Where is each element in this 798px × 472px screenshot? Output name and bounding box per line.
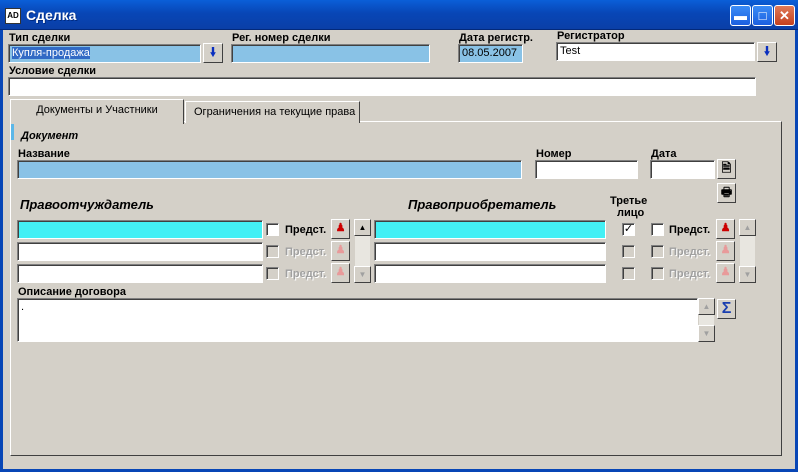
deal-type-field[interactable]: Купля-продажа xyxy=(8,44,201,63)
arrow-down-icon: ▼ xyxy=(743,270,752,279)
acquirer-scroll-down[interactable]: ▼ xyxy=(739,266,756,283)
alienator-rep-label-2: Предст. xyxy=(285,246,327,258)
tab-rights-restrictions[interactable]: Ограничения на текущие права xyxy=(185,101,360,123)
acquirer-field-1[interactable] xyxy=(374,220,606,239)
third-party-checkbox-2[interactable] xyxy=(622,245,635,258)
minimize-button[interactable]: ▬ xyxy=(730,5,751,26)
alienator-field-3[interactable] xyxy=(17,264,263,283)
acquirer-rep-button-1[interactable]: ♟ xyxy=(716,219,735,239)
panel-accent xyxy=(11,122,14,140)
alienator-rep-label-3: Предст. xyxy=(285,268,327,280)
condition-label: Условие сделки xyxy=(9,65,97,77)
title-bar[interactable]: AD Сделка ▬ □ ✕ xyxy=(0,0,798,30)
alienator-rep-checkbox-3[interactable] xyxy=(266,267,279,280)
acquirer-label: Правоприобретатель xyxy=(408,197,557,212)
acquirer-rep-label-3: Предст. xyxy=(669,268,711,280)
acquirer-field-3[interactable] xyxy=(374,264,606,283)
condition-field[interactable] xyxy=(8,77,756,96)
deal-type-dropdown-button[interactable]: 🠛 xyxy=(203,43,223,63)
reg-date-field[interactable]: 08.05.2007 xyxy=(458,44,523,63)
acquirer-rep-checkbox-2[interactable] xyxy=(651,245,664,258)
alienator-scroll-up[interactable]: ▲ xyxy=(354,219,371,236)
third-party-label-1: Третье xyxy=(610,195,648,207)
person-icon: ♟ xyxy=(720,222,731,234)
alienator-field-2[interactable] xyxy=(17,242,263,261)
arrow-up-icon: ▲ xyxy=(358,223,367,232)
window-title: Сделка xyxy=(26,7,77,23)
arrow-down-icon: ▼ xyxy=(358,270,367,279)
person-icon: ♟ xyxy=(335,266,346,278)
acquirer-rep-checkbox-1[interactable] xyxy=(651,223,664,236)
calendar-button[interactable]: 🗎 xyxy=(717,159,736,179)
reg-number-label: Рег. номер сделки xyxy=(232,32,331,44)
person-icon: ♟ xyxy=(335,222,346,234)
document-section-label: Документ xyxy=(21,130,79,142)
sum-button[interactable]: Σ xyxy=(717,299,736,319)
document-icon: 🗎 xyxy=(721,161,732,175)
alienator-rep-button-1[interactable]: ♟ xyxy=(331,219,350,239)
description-scroll-up[interactable]: ▲ xyxy=(698,298,715,315)
alienator-rep-checkbox-1[interactable] xyxy=(266,223,279,236)
doc-date-field[interactable] xyxy=(650,160,715,179)
doc-name-label: Название xyxy=(18,148,70,160)
registrar-dropdown-button[interactable]: 🠛 xyxy=(757,42,777,62)
maximize-button[interactable]: □ xyxy=(752,5,773,26)
close-button[interactable]: ✕ xyxy=(774,5,795,26)
third-party-checkbox-1[interactable]: ✓ xyxy=(622,223,635,236)
doc-name-field[interactable] xyxy=(17,160,522,179)
alienator-rep-button-2[interactable]: ♟ xyxy=(331,241,350,261)
description-textarea[interactable]: . xyxy=(17,298,698,342)
sigma-icon: Σ xyxy=(721,300,732,317)
acquirer-scroll-up[interactable]: ▲ xyxy=(739,219,756,236)
acquirer-rep-checkbox-3[interactable] xyxy=(651,267,664,280)
arrow-down-icon: 🠛 xyxy=(209,45,216,59)
close-icon: ✕ xyxy=(779,8,790,23)
alienator-rep-button-3[interactable]: ♟ xyxy=(331,263,350,283)
person-icon: ♟ xyxy=(720,244,731,256)
alienator-scroll-down[interactable]: ▼ xyxy=(354,266,371,283)
reg-number-field[interactable] xyxy=(231,44,430,63)
arrow-up-icon: ▲ xyxy=(743,223,752,232)
doc-date-label: Дата xyxy=(651,148,677,160)
acquirer-rep-button-2[interactable]: ♟ xyxy=(716,241,735,261)
alienator-field-1[interactable] xyxy=(17,220,263,239)
description-label: Описание договора xyxy=(18,286,126,298)
app-icon: AD xyxy=(5,8,21,24)
printer-icon: 🖶 xyxy=(720,185,733,199)
registrar-field[interactable]: Test xyxy=(556,42,755,61)
arrow-down-icon: ▼ xyxy=(702,329,711,338)
arrow-up-icon: ▲ xyxy=(702,302,711,311)
acquirer-field-2[interactable] xyxy=(374,242,606,261)
alienator-label: Правоотчуждатель xyxy=(20,197,154,212)
deal-type-label: Тип сделки xyxy=(9,32,71,44)
person-icon: ♟ xyxy=(720,266,731,278)
doc-number-field[interactable] xyxy=(535,160,638,179)
window-frame-left xyxy=(0,30,3,472)
third-party-checkbox-3[interactable] xyxy=(622,267,635,280)
person-icon: ♟ xyxy=(335,244,346,256)
reg-date-label: Дата регистр. xyxy=(459,32,533,44)
acquirer-rep-label-2: Предст. xyxy=(669,246,711,258)
minimize-icon: ▬ xyxy=(734,8,747,23)
maximize-icon: □ xyxy=(758,8,767,23)
arrow-down-icon: 🠛 xyxy=(763,44,770,58)
third-party-label-2: лицо xyxy=(617,207,645,219)
alienator-rep-label-1: Предст. xyxy=(285,224,327,236)
description-scroll-down[interactable]: ▼ xyxy=(698,325,715,342)
doc-number-label: Номер xyxy=(536,148,572,160)
registrar-label: Регистратор xyxy=(557,30,625,42)
acquirer-rep-label-1: Предст. xyxy=(669,224,711,236)
print-button[interactable]: 🖶 xyxy=(717,183,736,203)
acquirer-rep-button-3[interactable]: ♟ xyxy=(716,263,735,283)
alienator-rep-checkbox-2[interactable] xyxy=(266,245,279,258)
tab-documents-participants[interactable]: Документы и Участники xyxy=(10,99,184,124)
